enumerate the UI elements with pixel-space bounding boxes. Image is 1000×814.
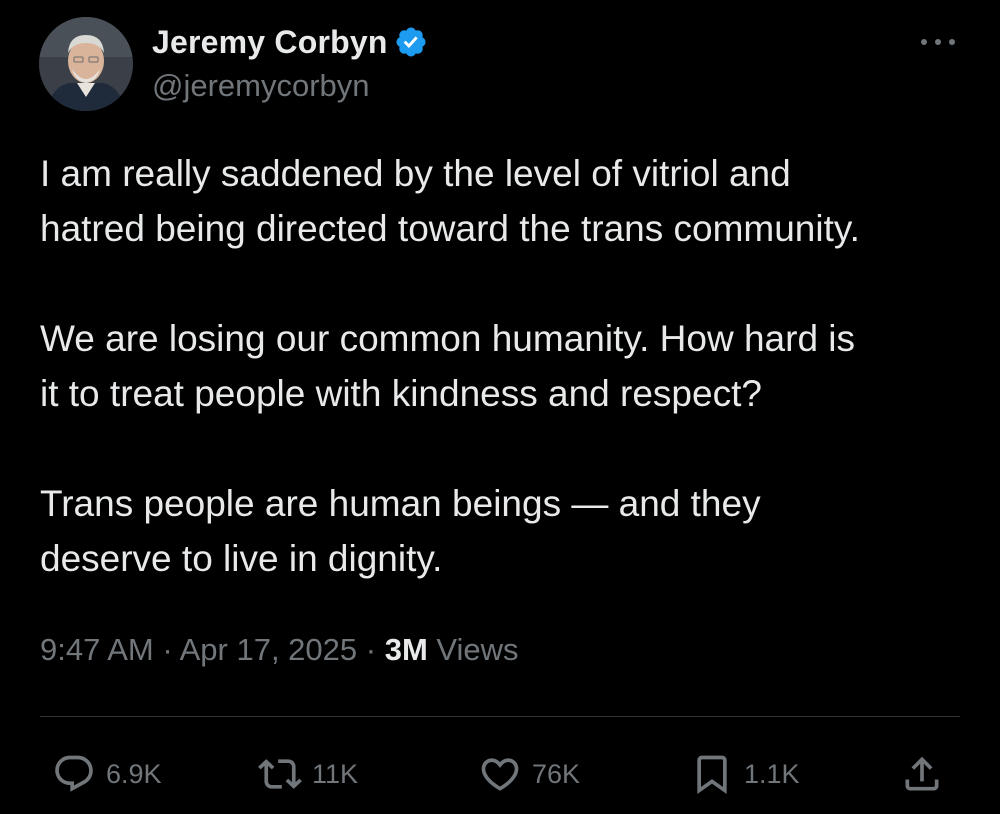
bookmark-icon bbox=[697, 755, 727, 795]
verified-badge-icon bbox=[396, 27, 426, 57]
share-button[interactable] bbox=[900, 748, 944, 800]
author-handle[interactable]: @jeremycorbyn bbox=[152, 68, 370, 104]
tweet-paragraph: Trans people are human beings — and they… bbox=[40, 483, 761, 579]
avatar[interactable] bbox=[39, 17, 133, 111]
reply-button[interactable]: 6.9K bbox=[52, 748, 162, 800]
meta-separator: · bbox=[365, 632, 377, 667]
share-icon bbox=[905, 756, 939, 791]
reply-count: 6.9K bbox=[106, 758, 162, 789]
reply-icon bbox=[55, 755, 93, 792]
tweet-body: I am really saddened by the level of vit… bbox=[40, 146, 970, 641]
views-label: Views bbox=[436, 632, 519, 667]
tweet-meta: 9:47 AM · Apr 17, 2025 · 3M Views bbox=[40, 632, 519, 668]
tweet-paragraph: We are losing our common humanity. How h… bbox=[40, 318, 856, 414]
tweet-paragraph: I am really saddened by the level of vit… bbox=[40, 153, 860, 249]
bookmark-button[interactable]: 1.1K bbox=[690, 748, 800, 800]
bookmark-count: 1.1K bbox=[744, 758, 800, 789]
repost-icon bbox=[258, 759, 302, 789]
author-display-name[interactable]: Jeremy Corbyn bbox=[152, 24, 388, 61]
repost-count: 11K bbox=[312, 758, 359, 789]
repost-button[interactable]: 11K bbox=[258, 748, 358, 800]
divider bbox=[40, 716, 960, 717]
heart-icon bbox=[481, 758, 519, 791]
views-count: 3M bbox=[384, 632, 428, 667]
tweet-date[interactable]: Apr 17, 2025 bbox=[180, 632, 358, 667]
tweet-time[interactable]: 9:47 AM bbox=[40, 632, 154, 667]
more-options-icon[interactable] bbox=[916, 32, 960, 52]
meta-separator: · bbox=[162, 632, 173, 667]
like-button[interactable]: 76K bbox=[478, 748, 580, 800]
author-name-row[interactable]: Jeremy Corbyn bbox=[152, 20, 428, 64]
like-count: 76K bbox=[532, 758, 581, 789]
